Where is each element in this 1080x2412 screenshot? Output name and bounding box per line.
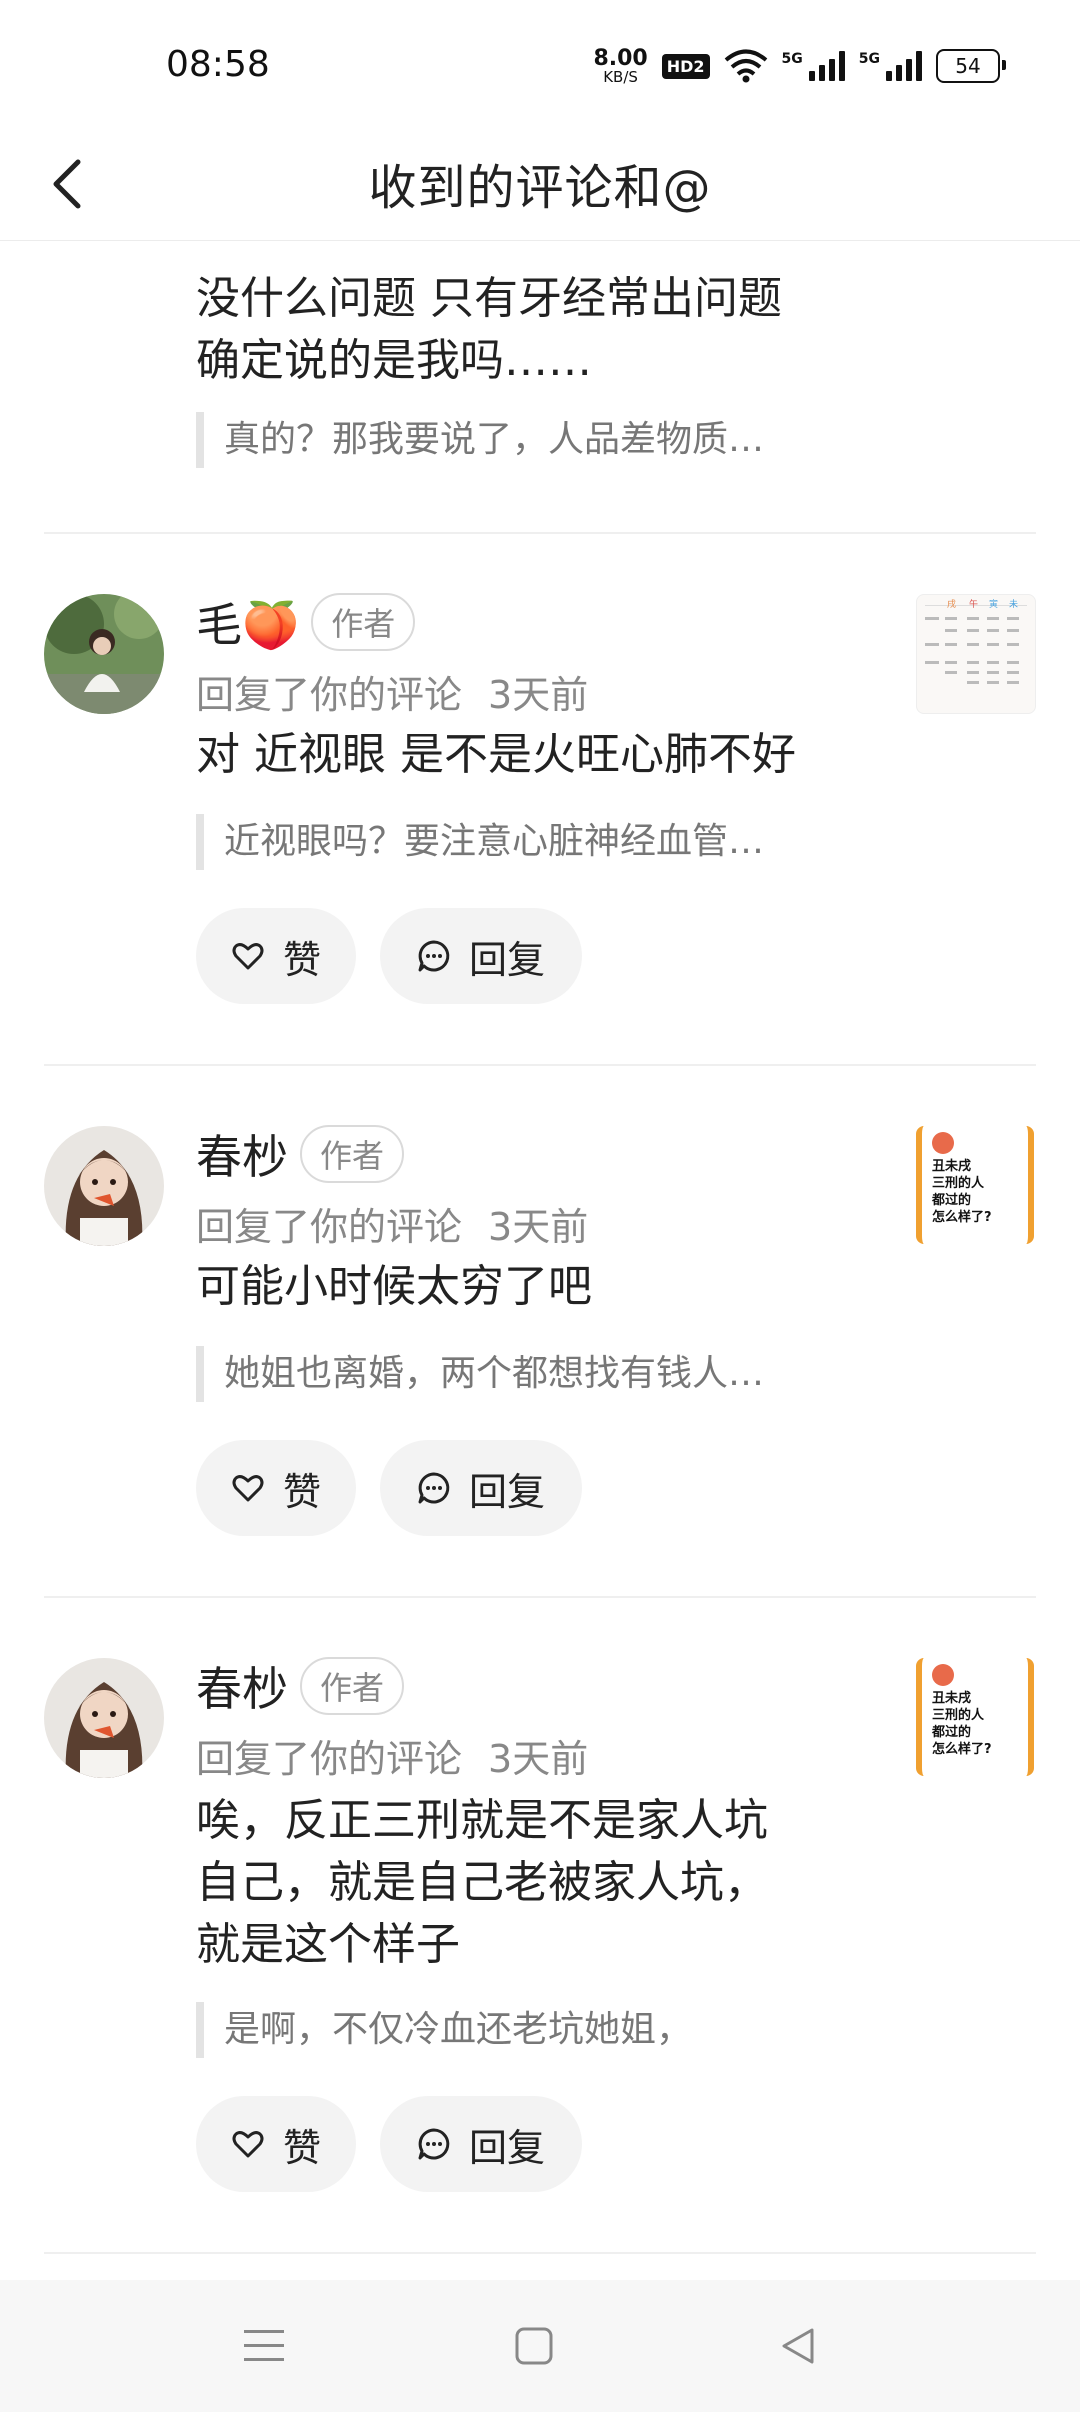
- like-button[interactable]: 赞: [196, 908, 356, 1004]
- thumb-line: 怎么样了?: [932, 1742, 992, 1757]
- comment-text[interactable]: 可能小时候太穷了吧: [196, 1256, 876, 1318]
- comment-meta: 回复了你的评论 3天前: [196, 1728, 588, 1783]
- timestamp: 3天前: [488, 1205, 589, 1249]
- reply-button[interactable]: 回复: [380, 2096, 582, 2192]
- username[interactable]: 春杪: [196, 1121, 288, 1187]
- seal-icon: [932, 1664, 954, 1686]
- comment-bubble-icon: [418, 2128, 450, 2160]
- comment-meta: 回复了你的评论 3天前: [196, 1196, 588, 1251]
- svg-text:午: 午: [969, 598, 978, 610]
- user-row: 春杪 作者: [196, 1653, 405, 1719]
- heart-icon: [232, 1475, 264, 1502]
- thumb-line: 丑未戌: [932, 1159, 972, 1174]
- square-home-icon: [515, 2327, 553, 2365]
- menu-icon: [244, 2330, 284, 2361]
- post-thumbnail[interactable]: 丑未戌 三刑的人 都过的 怎么样了?: [916, 1658, 1034, 1776]
- divider: [44, 2252, 1036, 2254]
- divider: [44, 1596, 1036, 1598]
- quoted-comment[interactable]: 近视眼吗？要注意心脏神经血管…: [196, 814, 864, 870]
- author-badge: 作者: [300, 1125, 405, 1183]
- reply-button[interactable]: 回复: [380, 1440, 582, 1536]
- status-icons: 8.00 KB/S HD2 5G 5G 54: [593, 45, 1006, 86]
- comment-text-line[interactable]: 唉，反正三刑就是不是家人坑: [196, 1790, 876, 1852]
- menu-nav-button[interactable]: [228, 2310, 300, 2382]
- back-nav-button[interactable]: [762, 2310, 834, 2382]
- battery-icon: 54: [936, 49, 1006, 83]
- timestamp: 3天前: [488, 673, 589, 717]
- heart-icon: [232, 2131, 264, 2158]
- hd-voice-icon: HD2: [661, 53, 710, 79]
- seal-icon: [932, 1132, 954, 1154]
- avatar[interactable]: [44, 594, 164, 714]
- like-button[interactable]: 赞: [196, 1440, 356, 1536]
- reply-label: 回复: [468, 937, 545, 982]
- username[interactable]: 春杪: [196, 1653, 288, 1719]
- system-nav-bar: [0, 2280, 1080, 2412]
- divider: [44, 1064, 1036, 1066]
- cellular-signal-1-icon: 5G: [782, 51, 845, 81]
- comment-text[interactable]: 对 近视眼 是不是火旺心肺不好: [196, 724, 876, 786]
- post-thumbnail[interactable]: 戌 午 寅 未: [916, 594, 1036, 714]
- avatar[interactable]: [44, 1126, 164, 1246]
- comment-text-line: 没什么问题 只有牙经常出问题: [196, 273, 782, 324]
- avatar[interactable]: [44, 1658, 164, 1778]
- action-text: 回复了你的评论: [196, 1737, 463, 1781]
- page-title: 收到的评论和@: [368, 160, 712, 216]
- thumb-line: 丑未戌: [932, 1691, 972, 1706]
- reply-label: 回复: [468, 1469, 545, 1514]
- quoted-comment[interactable]: 她姐也离婚，两个都想找有钱人…: [196, 1346, 864, 1402]
- signal-1-label: 5G: [781, 51, 803, 67]
- quoted-comment[interactable]: 真的？那我要说了，人品差物质…: [196, 412, 864, 468]
- action-text: 回复了你的评论: [196, 673, 463, 717]
- divider: [44, 532, 1036, 534]
- like-label: 赞: [282, 1469, 321, 1514]
- comment-text-line: 确定说的是我吗……: [196, 335, 592, 386]
- reply-label: 回复: [468, 2125, 545, 2170]
- network-speed: 8.00 KB/S: [593, 45, 648, 86]
- wifi-icon: [724, 49, 767, 83]
- comment-text-line[interactable]: 自己，就是自己老被家人坑，: [196, 1852, 876, 1914]
- post-thumbnail[interactable]: 丑未戌 三刑的人 都过的 怎么样了?: [916, 1126, 1034, 1244]
- like-label: 赞: [282, 937, 321, 982]
- triangle-back-icon: [782, 2328, 814, 2364]
- comment-meta: 回复了你的评论 3天前: [196, 664, 588, 719]
- comment-list[interactable]: 没什么问题 只有牙经常出问题 确定说的是我吗…… 真的？那我要说了，人品差物质……: [0, 240, 1080, 2280]
- comment-bubble-icon: [418, 940, 450, 972]
- comment-text-line[interactable]: 就是这个样子: [196, 1914, 876, 1976]
- thumb-line: 都过的: [932, 1193, 972, 1208]
- thumb-line: 怎么样了?: [932, 1210, 992, 1225]
- reply-button[interactable]: 回复: [380, 908, 582, 1004]
- heart-icon: [232, 943, 264, 970]
- like-label: 赞: [282, 2125, 321, 2170]
- quoted-comment[interactable]: 是啊，不仅冷血还老坑她姐，: [196, 2002, 864, 2058]
- status-bar: 08:58 8.00 KB/S HD2 5G 5G 54: [0, 0, 1080, 130]
- author-badge: 作者: [311, 593, 416, 651]
- user-row: 春杪 作者: [196, 1121, 405, 1187]
- thumb-line: 三刑的人: [932, 1708, 985, 1723]
- comment-bubble-icon: [418, 1472, 450, 1504]
- like-button[interactable]: 赞: [196, 2096, 356, 2192]
- svg-text:未: 未: [1009, 598, 1018, 610]
- thumb-line: 三刑的人: [932, 1176, 985, 1191]
- network-speed-unit: KB/S: [603, 67, 638, 86]
- author-badge: 作者: [300, 1657, 405, 1715]
- timestamp: 3天前: [488, 1737, 589, 1781]
- cellular-signal-2-icon: 5G: [859, 51, 922, 81]
- title-bar: 收到的评论和@: [0, 130, 1080, 241]
- svg-text:戌: 戌: [947, 598, 956, 610]
- username[interactable]: 毛🍑: [196, 589, 299, 655]
- status-time: 08:58: [166, 44, 270, 85]
- action-text: 回复了你的评论: [196, 1205, 463, 1249]
- network-speed-value: 8.00: [593, 45, 648, 71]
- battery-level: 54: [955, 54, 981, 78]
- svg-text:寅: 寅: [989, 598, 998, 610]
- user-row: 毛🍑 作者: [196, 589, 416, 655]
- home-nav-button[interactable]: [498, 2310, 570, 2382]
- thumb-line: 都过的: [932, 1725, 972, 1740]
- signal-2-label: 5G: [858, 51, 880, 67]
